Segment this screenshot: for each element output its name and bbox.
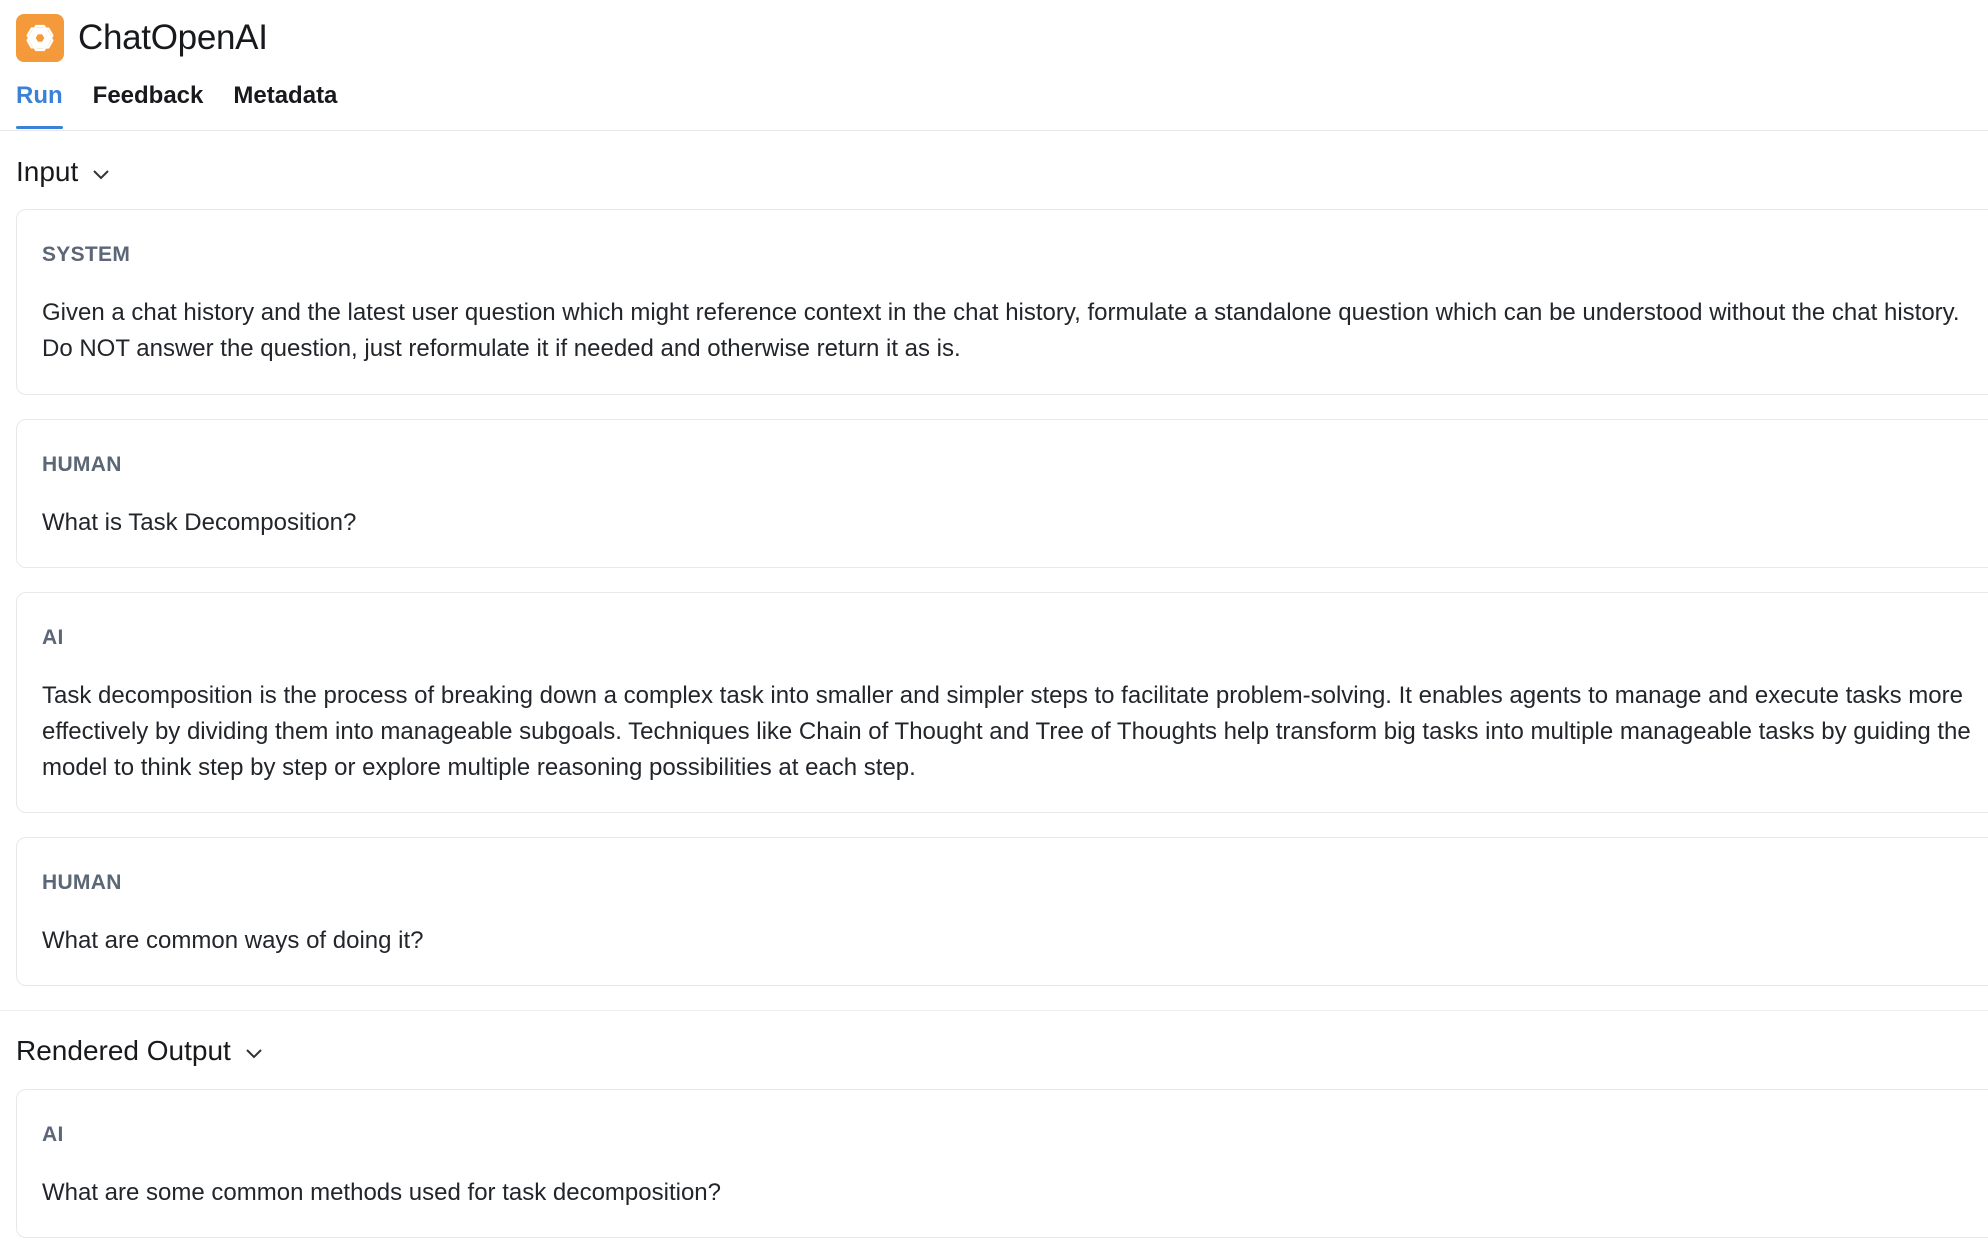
message-content: Given a chat history and the latest user…	[42, 299, 1960, 362]
openai-logo-icon	[16, 14, 64, 62]
tab-bar: Run Feedback Metadata	[16, 80, 337, 130]
chevron-down-icon	[92, 156, 110, 188]
tab-run[interactable]: Run	[16, 80, 63, 130]
message-content: Task decomposition is the process of bre…	[42, 682, 1971, 781]
message-card-human: HUMAN What is Task Decomposition?	[16, 419, 1988, 568]
section-divider	[0, 1010, 1988, 1011]
message-content: What are some common methods used for ta…	[42, 1179, 721, 1206]
message-content: What is Task Decomposition?	[42, 509, 357, 536]
tab-metadata[interactable]: Metadata	[233, 80, 337, 130]
message-card-ai: AI Task decomposition is the process of …	[16, 592, 1988, 813]
message-role: AI	[42, 1123, 64, 1146]
output-message-card-ai: AI What are some common methods used for…	[16, 1089, 1988, 1238]
input-section-toggle[interactable]: Input	[16, 156, 110, 188]
input-section-title: Input	[16, 156, 79, 187]
output-section-title: Rendered Output	[16, 1035, 231, 1066]
app-title: ChatOpenAI	[78, 18, 268, 57]
app-header: ChatOpenAI	[16, 14, 268, 62]
tabs-divider	[0, 130, 1988, 131]
tab-feedback[interactable]: Feedback	[93, 80, 204, 130]
message-card-human: HUMAN What are common ways of doing it?	[16, 837, 1988, 986]
message-role: AI	[42, 626, 64, 649]
output-section-toggle[interactable]: Rendered Output	[16, 1035, 263, 1067]
chevron-down-icon	[245, 1035, 263, 1067]
message-role: SYSTEM	[42, 243, 131, 266]
message-role: HUMAN	[42, 871, 122, 894]
message-role: HUMAN	[42, 453, 122, 476]
message-card-system: SYSTEM Given a chat history and the late…	[16, 209, 1988, 395]
message-content: What are common ways of doing it?	[42, 927, 424, 954]
